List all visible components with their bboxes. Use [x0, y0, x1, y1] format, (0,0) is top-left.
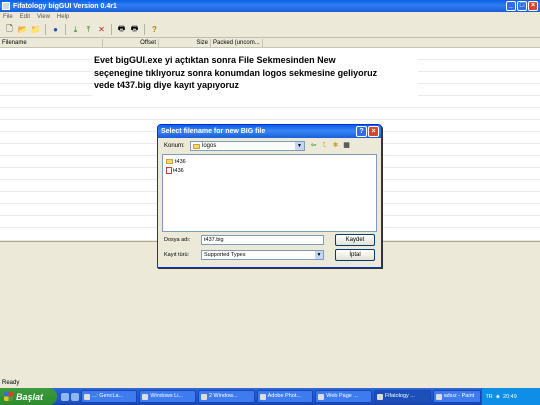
list-item-label: t436 — [173, 167, 184, 174]
file-icon — [166, 167, 172, 174]
dialog-help-button[interactable]: ? — [356, 126, 367, 137]
instruction-annotation: Evet bigGUI.exe yi açtıktan sonra File S… — [92, 53, 418, 100]
menu-edit[interactable]: Edit — [20, 14, 30, 20]
taskbar-item-label: adsız - Paint — [443, 393, 475, 399]
menu-view[interactable]: View — [37, 14, 50, 20]
taskbar-item[interactable]: Adobe Phot... — [256, 390, 314, 403]
print-preview-icon[interactable]: 🖶 — [129, 24, 140, 35]
up-folder-icon[interactable]: ⮤ — [320, 141, 329, 150]
taskbar-item-label: Windows Li... — [150, 393, 184, 399]
folder-icon — [193, 143, 200, 149]
dialog-close-button[interactable]: × — [368, 126, 379, 137]
save-file-dialog: Select filename for new BIG file ? × Kon… — [157, 124, 382, 268]
annotation-line-3: vede t437.big diye kayıt yapıyoruz — [94, 80, 240, 90]
menu-help[interactable]: Help — [57, 14, 69, 20]
column-offset[interactable]: Offset — [103, 39, 159, 47]
open-icon[interactable]: 📁 — [30, 24, 41, 35]
annotation-line-2: seçenegine tıklıyoruz sonra konumdan log… — [94, 67, 378, 78]
taskbar-item-label: 2 Window... — [208, 393, 238, 399]
app-icon — [376, 393, 383, 400]
app-icon — [318, 393, 325, 400]
column-headers: Filename Offset Size Packed (uncom... — [0, 39, 540, 48]
app-icon — [83, 393, 90, 400]
toolbar-separator — [45, 24, 46, 35]
tray-icon[interactable]: ◈ — [496, 394, 500, 400]
taskbar-item-label: Adobe Phot... — [267, 393, 301, 399]
status-bar: Ready — [0, 378, 540, 388]
app-icon — [142, 393, 149, 400]
look-in-label: Konum: — [164, 143, 185, 149]
taskbar-item-active[interactable]: Fifatology ... — [373, 390, 431, 403]
new-folder-icon[interactable]: ✱ — [331, 141, 340, 150]
app-icon — [259, 393, 266, 400]
app-icon — [2, 2, 10, 10]
taskbar-item[interactable]: 2 Window... — [197, 390, 255, 403]
toolbar: 🗋 📂 📁 ● ⤓ ⤒ ✕ 🖶 🖶 ? — [0, 22, 540, 38]
dialog-titlebar: Select filename for new BIG file ? × — [158, 125, 381, 138]
filetype-label: Kayıt türü: — [164, 252, 190, 258]
toolbar-separator — [65, 24, 66, 35]
language-indicator[interactable]: TR — [485, 394, 492, 400]
taskbar-item-label: Web Page ... — [326, 393, 358, 399]
filename-input[interactable]: t437.big — [201, 235, 324, 245]
filetype-value: Supported Types — [204, 252, 246, 258]
new-file-icon[interactable]: 🗋 — [4, 24, 15, 35]
toolbar-separator — [111, 24, 112, 35]
chevron-down-icon[interactable]: ▼ — [295, 142, 304, 150]
column-size[interactable]: Size — [159, 39, 211, 47]
dialog-title: Select filename for new BIG file — [161, 128, 266, 135]
dialog-toolbar: ⇦ ⮤ ✱ ▦ — [309, 141, 351, 150]
dialog-file-list[interactable]: t436 t436 — [162, 154, 377, 232]
look-in-value: logos — [202, 143, 217, 149]
toolbar-separator — [144, 24, 145, 35]
save-button[interactable]: Kaydet — [335, 234, 375, 246]
start-button[interactable]: Başlat — [0, 388, 57, 405]
quick-launch-icon[interactable] — [60, 392, 69, 401]
clock[interactable]: 20:49 — [503, 394, 517, 400]
taskbar: Başlat ...: GencLa... Windows Li... 2 Wi… — [0, 388, 540, 405]
taskbar-item[interactable]: ...: GencLa... — [80, 390, 138, 403]
column-filename[interactable]: Filename — [0, 39, 103, 47]
window-titlebar: Fifatology bigGUI Version 0.4r1 _ □ × — [0, 0, 540, 12]
annotation-line-1: Evet bigGUI.exe yi açtıktan sonra File S… — [94, 55, 336, 65]
open-folder-icon[interactable]: 📂 — [17, 24, 28, 35]
start-label: Başlat — [16, 391, 44, 402]
chevron-down-icon[interactable]: ▼ — [315, 251, 323, 259]
import-icon[interactable]: ⤓ — [70, 24, 81, 35]
taskbar-item-label: Fifatology ... — [384, 393, 415, 399]
cancel-button[interactable]: İptal — [335, 249, 375, 261]
column-packed[interactable]: Packed (uncom... — [211, 39, 263, 47]
list-item-label: t436 — [175, 158, 186, 165]
system-tray: TR ◈ 20:49 — [481, 388, 540, 405]
look-in-dropdown[interactable]: logos ▼ — [190, 141, 305, 151]
folder-icon — [166, 159, 173, 164]
quick-launch — [60, 392, 79, 401]
help-icon[interactable]: ? — [149, 24, 160, 35]
list-item[interactable]: t436 — [166, 166, 373, 175]
app-icon — [200, 393, 207, 400]
back-icon[interactable]: ⇦ — [309, 141, 318, 150]
close-button[interactable]: × — [528, 1, 538, 11]
taskbar-item-label: ...: GencLa... — [91, 393, 124, 399]
minimize-button[interactable]: _ — [506, 1, 516, 11]
taskbar-item[interactable]: adsız - Paint — [432, 390, 482, 403]
print-icon[interactable]: 🖶 — [116, 24, 127, 35]
delete-icon[interactable]: ✕ — [96, 24, 107, 35]
export-icon[interactable]: ⤒ — [83, 24, 94, 35]
maximize-button[interactable]: □ — [517, 1, 527, 11]
windows-logo-icon — [4, 392, 13, 401]
list-item[interactable]: t436 — [166, 157, 373, 166]
menu-file[interactable]: File — [3, 14, 13, 20]
app-icon — [435, 393, 442, 400]
taskbar-item[interactable]: Web Page ... — [315, 390, 372, 403]
globe-icon[interactable]: ● — [50, 24, 61, 35]
quick-launch-icon[interactable] — [70, 392, 79, 401]
window-title: Fifatology bigGUI Version 0.4r1 — [13, 2, 117, 10]
menubar: File Edit View Help — [0, 12, 540, 22]
view-menu-icon[interactable]: ▦ — [342, 141, 351, 150]
filename-label: Dosya adı: — [164, 237, 191, 243]
filetype-select[interactable]: Supported Types ▼ — [201, 250, 324, 260]
taskbar-item[interactable]: Windows Li... — [139, 390, 196, 403]
